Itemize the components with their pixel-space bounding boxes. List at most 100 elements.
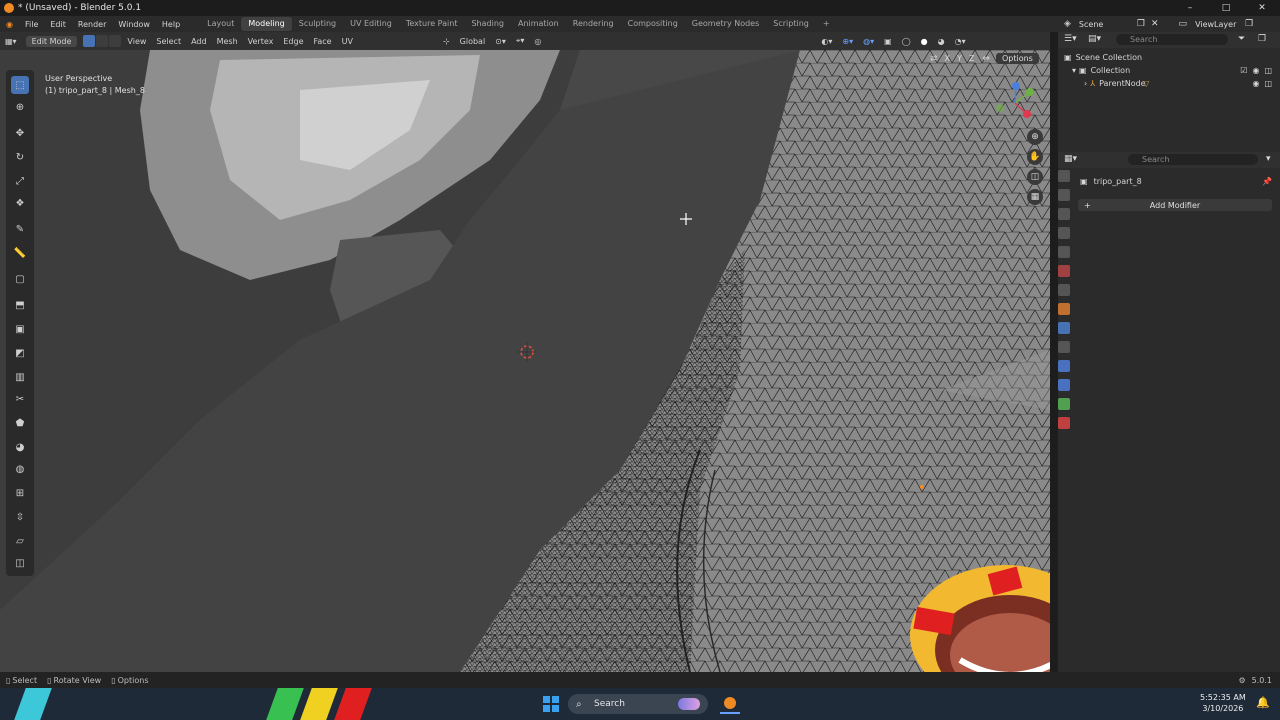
blender-menu-icon[interactable]: ◉ [0,20,19,29]
new-view-layer-icon[interactable]: ❐ [1245,19,1253,29]
rendered-shading-icon[interactable]: ◔▾ [950,37,971,46]
outliner-search[interactable]: Search [1116,34,1228,45]
pin-icon[interactable]: 📌 [1262,177,1272,186]
particles-tab-icon[interactable] [1058,341,1070,353]
checkbox-icon[interactable]: ☑ [1240,66,1247,75]
menu-view[interactable]: View [122,37,151,46]
menu-window[interactable]: Window [112,20,156,29]
axis-z-toggle[interactable]: Z [969,54,974,63]
poly-build-tool-icon[interactable]: ⬟ [11,414,29,432]
menu-add[interactable]: Add [186,37,212,46]
object-tab-icon[interactable] [1058,303,1070,315]
camera-icon[interactable]: ◫ [1027,169,1043,185]
rotate-tool-icon[interactable]: ↻ [11,148,29,166]
shear-tool-icon[interactable]: ▱ [11,532,29,550]
tab-compositing[interactable]: Compositing [621,17,685,31]
close-button[interactable]: ✕ [1244,0,1280,16]
menu-vertex[interactable]: Vertex [243,37,279,46]
outliner-editor-icon[interactable]: ☰▾ [1064,34,1077,44]
xray-icon[interactable]: ▣ [879,37,897,46]
outliner-row-parentnode[interactable]: › ⅄ ParentNode ▽ ◉ ◫ [1084,77,1272,90]
menu-mesh[interactable]: Mesh [212,37,243,46]
world-tab-icon[interactable] [1058,265,1070,277]
tab-animation[interactable]: Animation [511,17,566,31]
blender-taskbar-icon[interactable] [720,694,740,714]
tab-texture-paint[interactable]: Texture Paint [399,17,465,31]
editor-type-icon[interactable]: ▦▾ [0,37,22,46]
menu-uv[interactable]: UV [337,37,358,46]
rip-tool-icon[interactable]: ◫ [11,554,29,572]
view-layer-tab-icon[interactable] [1058,227,1070,239]
menu-render[interactable]: Render [72,20,112,29]
modifier-tab-icon[interactable] [1058,322,1070,334]
taskbar-clock[interactable]: 5:52:35 AM 3/10/2026 [1200,692,1246,714]
outliner-row-collection[interactable]: ▾ ▣ Collection ☑ ◉ ◫ [1072,64,1272,77]
inset-tool-icon[interactable]: ▣ [11,320,29,338]
menu-file[interactable]: File [19,20,44,29]
select-box-tool-icon[interactable]: ⬚ [11,76,29,94]
filter-icon[interactable]: ⏷ [1238,34,1245,44]
tab-uv-editing[interactable]: UV Editing [343,17,399,31]
constraints-tab-icon[interactable] [1058,379,1070,391]
zoom-icon[interactable]: ⊕ [1027,129,1043,145]
delete-scene-icon[interactable]: ✕ [1151,19,1159,29]
properties-editor-icon[interactable]: ▦▾ [1064,154,1077,164]
tool-tab-icon[interactable] [1058,170,1070,182]
maximize-button[interactable]: □ [1208,0,1244,16]
menu-edit[interactable]: Edit [44,20,72,29]
options-button[interactable]: Options [995,53,1039,64]
material-tab-icon[interactable] [1058,417,1070,429]
annotate-tool-icon[interactable]: ✎ [11,220,29,238]
eye-icon[interactable]: ◉ [1252,66,1259,75]
add-modifier-button[interactable]: + Add Modifier [1078,199,1272,211]
auto-merge-icon[interactable]: ⇔ [982,54,990,64]
minimize-button[interactable]: – [1172,0,1208,16]
axis-y-toggle[interactable]: Y [957,54,962,63]
extrude-tool-icon[interactable]: ⬒ [11,296,29,314]
edge-slide-tool-icon[interactable]: ⊞ [11,484,29,502]
add-cube-tool-icon[interactable]: ▢ [11,270,29,288]
new-scene-icon[interactable]: ❐ [1137,19,1145,29]
camera-render-icon[interactable]: ◫ [1264,66,1272,75]
scale-tool-icon[interactable]: ⤢ [11,172,29,190]
collection-tab-icon[interactable] [1058,284,1070,296]
add-workspace-button[interactable]: + [816,17,837,31]
outliner-row-scene-collection[interactable]: ▣ Scene Collection [1064,51,1142,64]
properties-search[interactable]: Search [1128,154,1258,165]
wireframe-shading-icon[interactable]: ◯ [897,37,916,46]
pivot-icon[interactable]: ⊙▾ [490,37,511,46]
spin-tool-icon[interactable]: ◕ [11,438,29,456]
axis-x-toggle[interactable]: X [945,54,950,63]
menu-select[interactable]: Select [151,37,186,46]
edge-select-icon[interactable] [96,35,109,47]
cursor-tool-icon[interactable]: ⊕ [11,98,29,116]
vertex-select-icon[interactable] [83,35,96,47]
eye-icon[interactable]: ◉ [1252,79,1259,88]
render-tab-icon[interactable] [1058,189,1070,201]
display-mode-icon[interactable]: ▤▾ [1088,34,1101,44]
tab-rendering[interactable]: Rendering [566,17,621,31]
proportional-edit-icon[interactable]: ◎ [529,37,546,46]
visibility-icon[interactable]: ◐▾ [816,37,837,46]
loop-cut-tool-icon[interactable]: ▥ [11,368,29,386]
navigation-gizmo[interactable] [990,78,1040,128]
3d-viewport[interactable] [0,50,1050,672]
measure-tool-icon[interactable]: 📏 [11,244,29,262]
transform-orientation-select[interactable]: Global [455,37,491,46]
solid-shading-icon[interactable]: ● [916,37,933,46]
tab-layout[interactable]: Layout [200,17,241,31]
mirror-icon[interactable]: ⇄ [930,54,938,64]
tab-shading[interactable]: Shading [464,17,511,31]
pan-hand-icon[interactable]: ✋ [1027,149,1043,165]
bevel-tool-icon[interactable]: ◩ [11,344,29,362]
transform-tool-icon[interactable]: ❖ [11,194,29,212]
menu-edge[interactable]: Edge [278,37,308,46]
overlay-icon[interactable]: ◍▾ [858,37,879,46]
tab-modeling[interactable]: Modeling [241,17,292,31]
snap-icon[interactable]: ⌖▾ [511,36,530,46]
expand-icon[interactable]: ▾ [1072,66,1076,75]
output-tab-icon[interactable] [1058,208,1070,220]
scene-name[interactable]: Scene [1079,20,1133,29]
menu-face[interactable]: Face [309,37,337,46]
camera-render-icon[interactable]: ◫ [1264,79,1272,88]
